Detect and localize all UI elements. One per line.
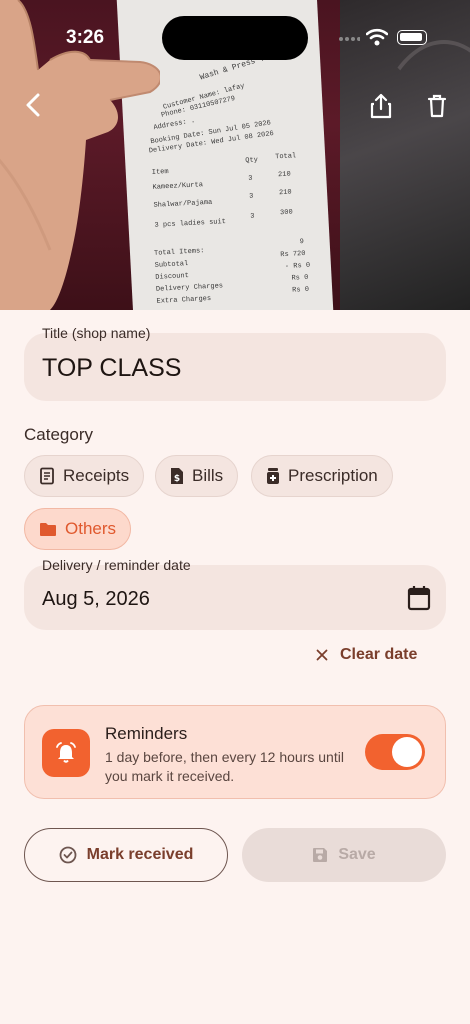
back-button[interactable] [16,88,50,122]
status-bar: 3:26 [0,0,470,76]
receipt-item-qty: 3 [248,174,253,183]
chip-bills[interactable]: $ Bills [155,455,239,497]
receipt-summary-value: Rs 720 [280,249,306,260]
toggle-knob [392,737,422,767]
chip-prescription[interactable]: Prescription [251,455,393,497]
prescription-icon [267,468,279,484]
trash-icon [427,94,447,118]
mark-received-button[interactable]: Mark received [24,828,228,882]
save-label: Save [338,846,376,863]
title-input[interactable]: TOP CLASS [42,354,181,383]
title-field-label: Title (shop name) [42,325,151,341]
receipt-summary-value: Rs 0 [291,285,310,295]
signal-icon [339,37,360,41]
category-label: Category [24,425,93,444]
alarm-bell-icon [56,742,76,763]
clear-date-label: Clear date [340,646,418,663]
reminders-card: Reminders 1 day before, then every 12 ho… [24,705,446,799]
close-icon [316,649,328,661]
check-circle-icon [59,846,77,864]
reminders-toggle[interactable] [365,734,425,770]
share-button[interactable] [364,89,398,123]
receipt-summary-value: Rs 0 [291,273,309,283]
receipt-summary-value: 9 [299,237,305,247]
title-field[interactable]: Title (shop name) TOP CLASS [24,325,446,401]
chip-label: Receipts [63,466,130,485]
chevron-left-icon [26,93,40,117]
date-field-label: Delivery / reminder date [42,557,191,573]
status-time: 3:26 [66,27,105,48]
receipt-icon [40,467,54,485]
receipt-header-qty: Qty [245,156,259,165]
chip-receipts[interactable]: Receipts [24,455,145,497]
receipt-summary-label: Total Items: [153,247,205,258]
reminder-badge [42,729,90,777]
dynamic-island [162,16,308,60]
receipt-item-total: 210 [277,170,291,180]
receipt-header-total: Total [274,152,297,162]
reminders-description: 1 day before, then every 12 hours until … [105,749,344,784]
folder-icon [40,522,56,536]
svg-text:$: $ [174,474,180,484]
save-icon [313,848,328,862]
calendar-icon[interactable] [407,585,431,611]
chip-label: Bills [192,466,224,485]
delete-button[interactable] [420,89,454,123]
date-field[interactable]: Delivery / reminder date Aug 5, 2026 [24,557,446,630]
mark-received-label: Mark received [86,846,194,863]
save-button[interactable]: Save [242,828,446,882]
receipt-item-qty: 3 [250,212,255,221]
chip-others[interactable]: Others [24,508,132,550]
receipt-summary-label: Discount [155,272,190,282]
date-input[interactable]: Aug 5, 2026 [42,588,150,611]
chip-label: Others [65,519,117,538]
receipt-item-name: Shalwar/Pajama [153,198,213,210]
wifi-icon [366,28,388,46]
chip-label: Prescription [288,466,378,485]
receipt-item-qty: 3 [249,192,254,201]
receipt-item-total: 210 [278,188,292,198]
reminders-title: Reminders [105,724,188,743]
share-icon [370,93,392,119]
receipt-item-total: 300 [279,208,293,218]
receipt-item-name: 3 pcs ladies suit [154,218,227,230]
clear-date-button[interactable]: Clear date [316,646,417,664]
receipt-summary-label: Extra Charges [156,294,212,306]
battery-icon [397,30,427,45]
receipt-summary-value: - Rs 0 [284,261,311,272]
receipt-item-name: Kameez/Kurta [152,181,204,192]
bill-icon: $ [171,468,183,484]
receipt-summary-label: Delivery Charges [155,282,224,294]
